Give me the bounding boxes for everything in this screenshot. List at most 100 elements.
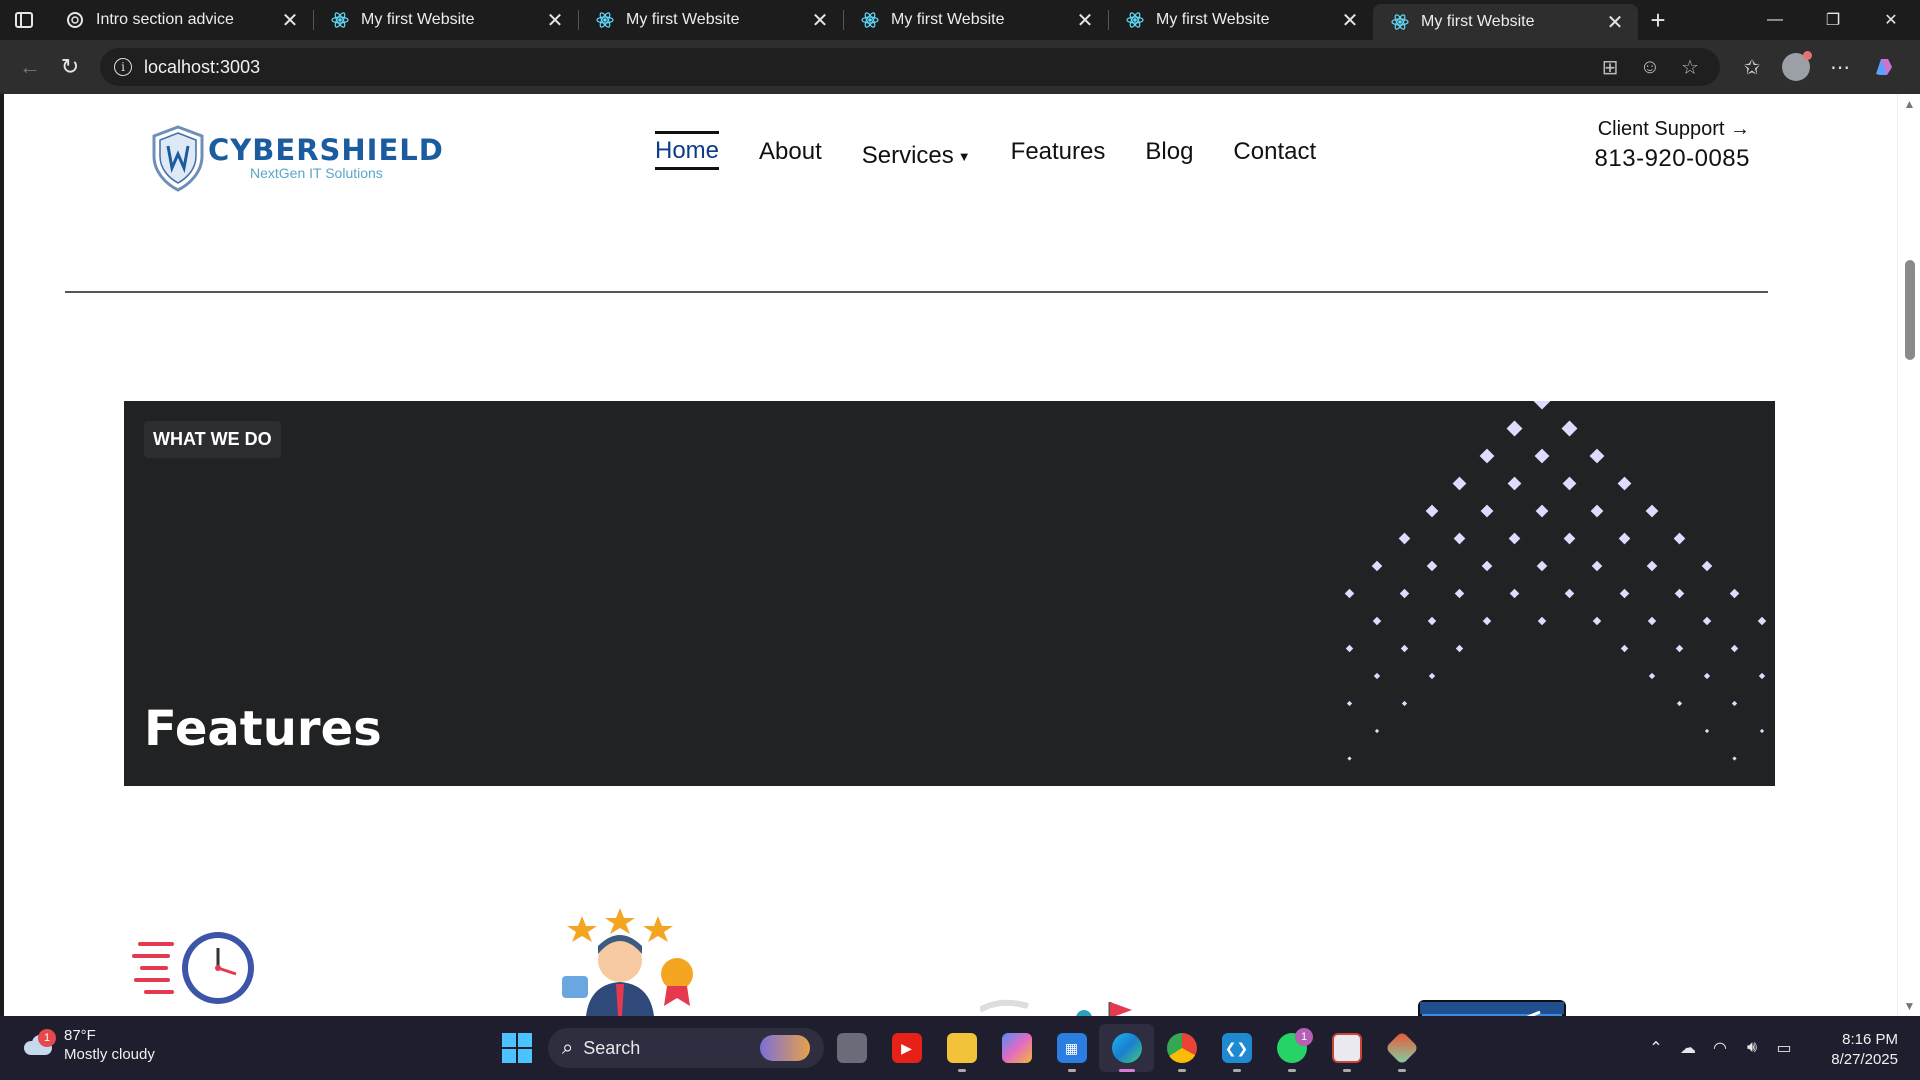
pattern-diamond	[1399, 588, 1410, 599]
site-logo[interactable]: CYBERSHIELD NextGen IT Solutions	[150, 124, 450, 192]
favorites-icon[interactable]: ✩	[1730, 47, 1774, 87]
browser-tab-active[interactable]: My first Website ✕	[1373, 4, 1638, 40]
browser-tab[interactable]: My first Website ✕	[1108, 0, 1373, 40]
pattern-diamond	[1452, 476, 1467, 491]
arrow-right-icon: →	[1730, 118, 1750, 140]
back-arrow-icon[interactable]: ←	[10, 47, 50, 87]
pattern-diamond	[1561, 420, 1578, 437]
scroll-up-icon[interactable]: ▲	[1898, 94, 1920, 114]
close-tab-icon[interactable]: ✕	[1339, 9, 1361, 32]
close-tab-icon[interactable]: ✕	[809, 9, 831, 32]
taskbar-search[interactable]: ⌕ Search	[548, 1028, 824, 1068]
pattern-diamond	[1730, 644, 1739, 653]
logo-brand: CYBERSHIELD	[208, 133, 444, 167]
weather-text: 87°F Mostly cloudy	[64, 1026, 155, 1064]
weather-widget[interactable]: 1 87°F Mostly cloudy	[20, 1026, 155, 1064]
pattern-diamond	[1508, 532, 1521, 545]
pattern-diamond	[1731, 700, 1738, 707]
pattern-diamond	[1673, 532, 1686, 545]
pattern-diamond	[1675, 644, 1684, 653]
client-support-label: Client Support	[1597, 118, 1725, 140]
profile-button[interactable]	[1774, 47, 1818, 87]
task-view-icon[interactable]	[824, 1024, 879, 1072]
client-support-link[interactable]: Client Support →	[1574, 118, 1750, 141]
pattern-diamond	[1428, 672, 1436, 680]
nav-link-blog[interactable]: Blog	[1145, 138, 1193, 168]
windows-start-icon[interactable]	[494, 1025, 540, 1071]
app-available-icon[interactable]: ⊞	[1590, 50, 1630, 84]
clock-time: 8:16 PM	[1842, 1031, 1898, 1048]
copilot-icon[interactable]	[1862, 47, 1906, 87]
pattern-diamond	[1374, 728, 1380, 734]
tab-actions-button[interactable]	[0, 0, 48, 40]
pattern-diamond	[1535, 504, 1549, 518]
close-tab-icon[interactable]: ✕	[544, 9, 566, 32]
close-tab-icon[interactable]: ✕	[1604, 11, 1626, 34]
logo-wordmark: CYBERSHIELD NextGen IT Solutions	[208, 135, 444, 181]
weather-badge: 1	[38, 1029, 56, 1047]
url-text[interactable]: localhost:3003	[144, 57, 1590, 78]
pattern-diamond	[1453, 532, 1466, 545]
onedrive-icon[interactable]: ☁	[1672, 1032, 1704, 1064]
pattern-diamond	[1564, 588, 1575, 599]
battery-icon[interactable]: ▭	[1768, 1032, 1800, 1064]
pattern-diamond	[1480, 504, 1494, 518]
nav-link-features[interactable]: Features	[1011, 138, 1106, 168]
pattern-diamond	[1426, 560, 1438, 572]
pattern-diamond	[1674, 588, 1685, 599]
close-tab-icon[interactable]: ✕	[279, 9, 301, 32]
nav-link-services[interactable]: Services ▼	[862, 142, 971, 172]
new-tab-button[interactable]: +	[1638, 0, 1678, 40]
address-bar[interactable]: i localhost:3003 ⊞ ☺ ☆	[100, 48, 1720, 86]
minimize-icon[interactable]: —	[1746, 0, 1804, 40]
wifi-icon[interactable]: ◠	[1704, 1032, 1736, 1064]
pattern-diamond	[1757, 616, 1767, 626]
page-scrollbar[interactable]: ▲ ▼	[1897, 94, 1920, 1016]
weather-condition: Mostly cloudy	[64, 1046, 155, 1063]
avatar	[1782, 51, 1812, 81]
pattern-diamond	[1590, 504, 1604, 518]
nav-link-home[interactable]: Home	[655, 130, 720, 170]
support-phone[interactable]: 813-920-0085	[1574, 145, 1750, 173]
close-window-icon[interactable]: ✕	[1862, 0, 1920, 40]
chevron-up-icon[interactable]: ⌃	[1640, 1032, 1672, 1064]
pattern-diamond	[1702, 616, 1712, 626]
scroll-down-icon[interactable]: ▼	[1898, 996, 1920, 1016]
snipping-tool-icon[interactable]	[1319, 1024, 1374, 1072]
file-explorer-icon[interactable]	[934, 1024, 989, 1072]
youtube-icon[interactable]: ▶	[879, 1024, 934, 1072]
browser-tab[interactable]: My first Website ✕	[313, 0, 578, 40]
restore-icon[interactable]: ❐	[1804, 0, 1862, 40]
section-heading: Features	[144, 701, 382, 757]
search-highlight-icon	[760, 1035, 810, 1061]
browser-tab[interactable]: My first Website ✕	[578, 0, 843, 40]
more-options-icon[interactable]: ⋯	[1818, 47, 1862, 87]
nav-link-about[interactable]: About	[759, 138, 822, 168]
pattern-diamond	[1345, 644, 1354, 653]
browser-tab[interactable]: My first Website ✕	[843, 0, 1108, 40]
git-icon[interactable]	[1374, 1024, 1429, 1072]
favorite-star-icon[interactable]: ☆	[1670, 50, 1710, 84]
analytics-dashboard-icon	[1412, 998, 1572, 1016]
edge-icon[interactable]	[1099, 1024, 1154, 1072]
what-we-do-banner: WHAT WE DO Features	[124, 401, 1775, 786]
pattern-diamond	[1676, 700, 1683, 707]
microsoft-store-icon[interactable]: ▦	[1044, 1024, 1099, 1072]
volume-icon[interactable]: 🔊︎	[1736, 1032, 1768, 1064]
whatsapp-icon[interactable]: 1	[1264, 1024, 1319, 1072]
system-clock[interactable]: 8:16 PM 8/27/2025	[1831, 1030, 1898, 1070]
tab-title: Intro section advice	[96, 11, 234, 28]
vscode-icon[interactable]: ❮❯	[1209, 1024, 1264, 1072]
refresh-icon[interactable]: ↻	[50, 47, 90, 87]
chrome-icon[interactable]	[1154, 1024, 1209, 1072]
scrollbar-thumb[interactable]	[1905, 260, 1915, 360]
openai-icon	[66, 11, 84, 29]
copilot-icon[interactable]	[989, 1024, 1044, 1072]
close-tab-icon[interactable]: ✕	[1074, 9, 1096, 32]
browser-tab[interactable]: Intro section advice ✕	[48, 0, 313, 40]
nav-link-contact[interactable]: Contact	[1233, 138, 1316, 168]
reading-mode-icon[interactable]: ☺	[1630, 50, 1670, 84]
pattern-diamond	[1398, 532, 1411, 545]
site-info-icon[interactable]: i	[114, 58, 132, 76]
search-icon: ⌕	[562, 1036, 574, 1059]
